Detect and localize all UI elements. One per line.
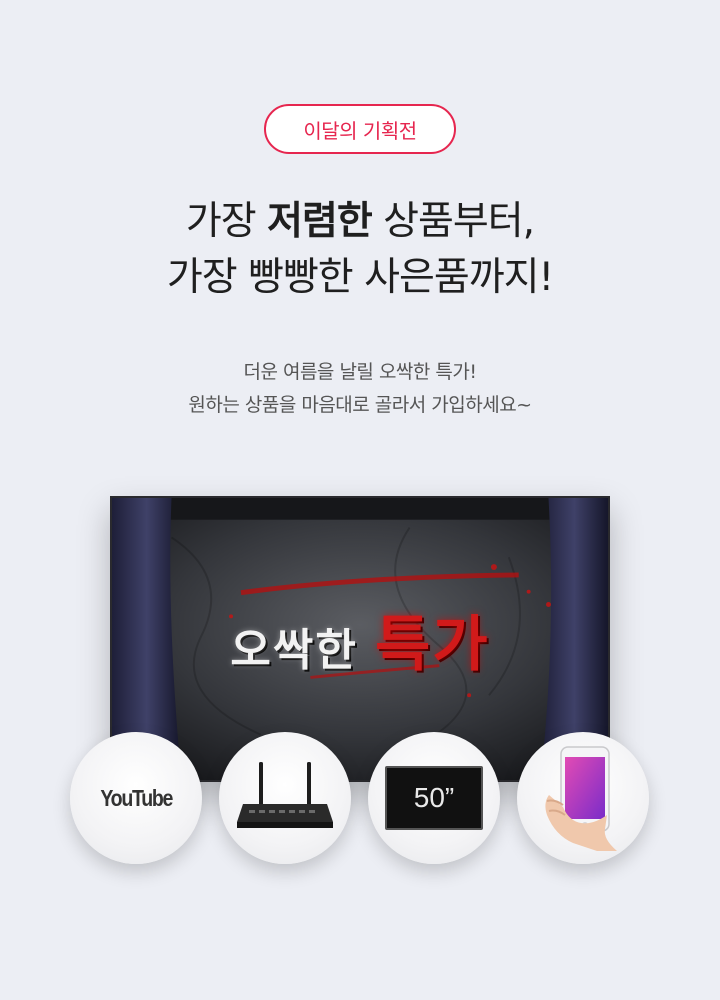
subtitle: 더운 여름을 날릴 오싹한 특가! 원하는 상품을 마음대로 골라서 가입하세요…	[0, 356, 720, 422]
router-icon	[237, 762, 333, 828]
tv-title-white: 오싹한	[230, 625, 376, 676]
gift-items: YouTube 50”	[0, 732, 720, 872]
headline: 가장 저렴한 상품부터, 가장 빵빵한 사은품까지!	[0, 194, 720, 306]
headline-text: 가장	[185, 199, 268, 244]
gift-youtube[interactable]: YouTube	[70, 732, 202, 864]
smartphone-in-hand-icon	[545, 746, 617, 851]
promo-badge-label: 이달의 기획전	[303, 118, 417, 143]
headline-text: 상품부터,	[371, 199, 535, 244]
subtitle-line-2: 원하는 상품을 마음대로 골라서 가입하세요~	[188, 394, 532, 416]
headline-line-1: 가장 저렴한 상품부터,	[0, 194, 720, 250]
headline-emphasis: 저렴한	[267, 199, 373, 244]
gift-router[interactable]	[219, 732, 351, 864]
tv-title-red: 특가	[375, 610, 490, 680]
subtitle-line-1: 더운 여름을 날릴 오싹한 특가!	[243, 361, 477, 383]
tv-title: 오싹한 특가	[112, 596, 608, 683]
promo-badge[interactable]: 이달의 기획전	[264, 104, 456, 154]
headline-line-2: 가장 빵빵한 사은품까지!	[166, 255, 554, 300]
gift-smartphone[interactable]	[517, 732, 649, 864]
monitor-size-label: 50”	[413, 782, 455, 813]
gift-monitor[interactable]: 50”	[368, 732, 500, 864]
monitor-icon: 50”	[385, 766, 483, 830]
youtube-logo-text: YouTube	[100, 784, 173, 811]
